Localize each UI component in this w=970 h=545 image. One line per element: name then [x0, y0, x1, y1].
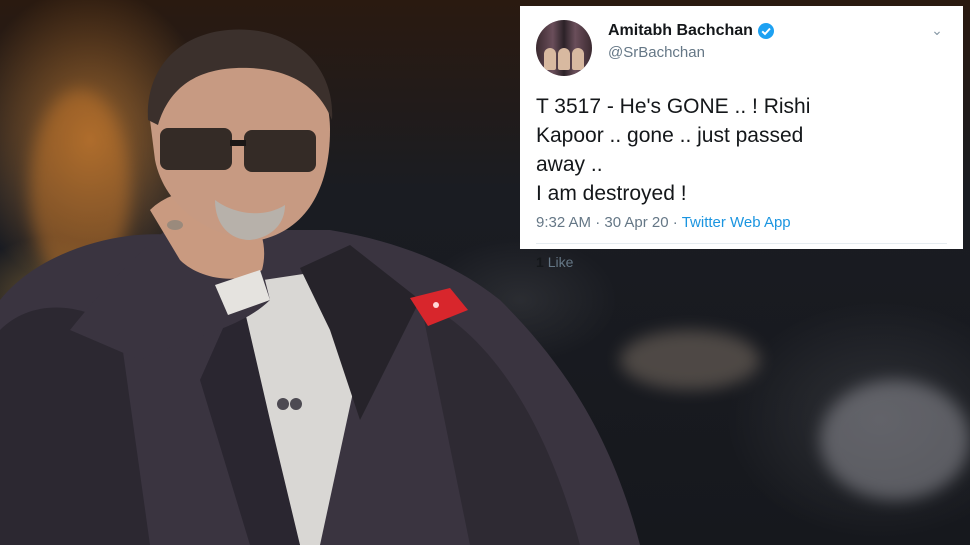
tweet-header: Amitabh Bachchan @SrBachchan ⌄ [536, 20, 947, 76]
likes-number: 1 [536, 254, 544, 270]
user-names: Amitabh Bachchan @SrBachchan [608, 22, 927, 61]
news-image: Amitabh Bachchan @SrBachchan ⌄ T 3517 - … [0, 0, 970, 545]
likes-label: Like [547, 254, 574, 270]
meta-separator: · [595, 214, 601, 231]
verified-badge-icon [757, 23, 774, 39]
tweet-card: Amitabh Bachchan @SrBachchan ⌄ T 3517 - … [520, 6, 963, 270]
tweet-time[interactable]: 9:32 AM [536, 214, 591, 231]
tweet-meta: 9:32 AM · 30 Apr 20 · Twitter Web App [536, 214, 947, 231]
likes-count[interactable]: 1 Like [536, 254, 947, 270]
divider [536, 243, 947, 244]
meta-separator: · [672, 214, 678, 231]
avatar[interactable] [536, 20, 592, 76]
chevron-down-icon[interactable]: ⌄ [927, 22, 947, 42]
display-name[interactable]: Amitabh Bachchan [608, 22, 753, 40]
tweet-date[interactable]: 30 Apr 20 [604, 214, 668, 231]
tweet-text: T 3517 - He's GONE .. ! Rishi Kapoor .. … [536, 95, 811, 205]
user-handle[interactable]: @SrBachchan [608, 44, 927, 61]
tweet-source-app[interactable]: Twitter Web App [682, 214, 791, 231]
